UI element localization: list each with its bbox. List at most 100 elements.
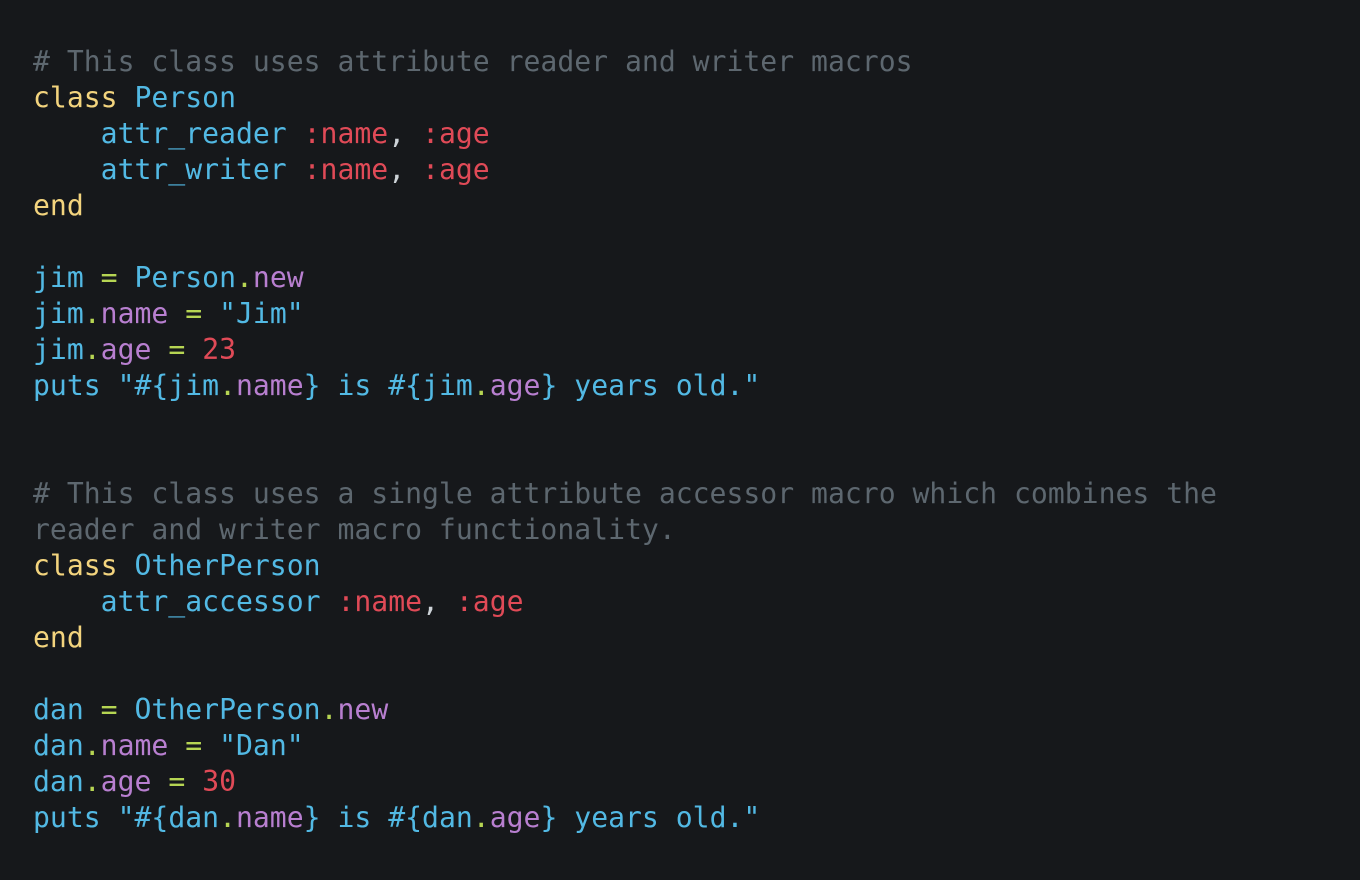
code-token-symbol: :name: [303, 153, 389, 186]
code-token-class: OtherPerson: [134, 693, 321, 726]
code-token-ws: [168, 729, 185, 762]
code-token-ident: attr_accessor: [100, 585, 321, 618]
code-token-string: "#{dan: [117, 801, 220, 834]
code-token-method: age: [489, 801, 541, 834]
code-token-dot: .: [236, 261, 253, 294]
code-token-symbol: :age: [422, 117, 490, 150]
code-token-symbol: :name: [303, 117, 389, 150]
code-token-string: "Dan": [219, 729, 304, 762]
code-token-dot: .: [472, 801, 490, 834]
code-token-ws: [287, 153, 304, 186]
code-token-keyword: class: [33, 81, 118, 114]
code-token-method: new: [252, 261, 304, 294]
code-token-comment: reader and writer macro functionality.: [33, 513, 676, 546]
code-token-string: "#{jim: [117, 369, 220, 402]
code-token-class: Person: [134, 261, 236, 294]
code-token-ws: [202, 297, 219, 330]
code-token-symbol: :age: [455, 585, 524, 618]
code-token-punct: ,: [388, 153, 406, 186]
code-token-dot: .: [83, 765, 101, 798]
code-token-method: age: [100, 333, 152, 366]
code-line[interactable]: dan.name = "Dan": [33, 728, 1360, 764]
code-line[interactable]: jim.age = 23: [33, 332, 1360, 368]
code-token-ident: attr_reader: [100, 117, 287, 150]
code-line[interactable]: class OtherPerson: [33, 548, 1360, 584]
code-token-punct: ,: [388, 117, 406, 150]
code-token-ident: puts: [33, 369, 101, 402]
code-line[interactable]: dan.age = 30: [33, 764, 1360, 800]
code-token-op: =: [185, 729, 203, 762]
code-token-keyword: end: [33, 621, 84, 654]
code-token-ws: [439, 585, 456, 618]
code-token-ws: [118, 261, 135, 294]
code-token-symbol: :name: [337, 585, 423, 618]
code-line[interactable]: ​: [33, 656, 1360, 692]
code-token-method: new: [337, 693, 389, 726]
code-line[interactable]: end: [33, 188, 1360, 224]
code-token-string: } years old.": [540, 369, 761, 402]
code-line[interactable]: class Person: [33, 80, 1360, 116]
code-token-ws: [405, 117, 422, 150]
code-token-ws: [118, 549, 135, 582]
code-line[interactable]: reader and writer macro functionality.: [33, 512, 1360, 548]
code-token-keyword: end: [33, 189, 84, 222]
code-line[interactable]: dan = OtherPerson.new: [33, 692, 1360, 728]
code-token-ws: [101, 801, 118, 834]
code-token-ident: attr_writer: [100, 153, 287, 186]
code-editor[interactable]: # This class uses attribute reader and w…: [0, 0, 1360, 880]
code-token-number: 30: [202, 765, 237, 798]
code-token-ws: [202, 729, 219, 762]
code-token-ws: [33, 585, 101, 618]
code-token-ws: [84, 693, 101, 726]
code-token-method: name: [235, 801, 304, 834]
code-token-ident: puts: [33, 801, 101, 834]
code-line[interactable]: ​: [33, 224, 1360, 260]
code-token-ws: [84, 261, 101, 294]
code-token-punct: ,: [422, 585, 439, 618]
code-token-ws: [118, 81, 135, 114]
code-token-ws: [405, 153, 422, 186]
code-token-method: age: [489, 369, 541, 402]
code-line[interactable]: attr_writer :name, :age: [33, 152, 1360, 188]
code-token-dot: .: [320, 693, 338, 726]
code-token-ident: jim: [33, 261, 84, 294]
code-token-dot: .: [472, 369, 490, 402]
code-token-dot: .: [219, 801, 236, 834]
code-token-op: =: [168, 765, 186, 798]
code-token-dot: .: [219, 369, 236, 402]
code-line[interactable]: ​: [33, 440, 1360, 476]
code-line[interactable]: jim.name = "Jim": [33, 296, 1360, 332]
code-token-ws: [321, 585, 338, 618]
code-token-ident: dan: [33, 729, 84, 762]
code-token-string: } is #{dan: [303, 801, 473, 834]
code-token-number: 23: [202, 333, 237, 366]
code-line[interactable]: end: [33, 620, 1360, 656]
code-line[interactable]: ​: [33, 404, 1360, 440]
code-token-ident: dan: [33, 693, 84, 726]
code-token-ws: [151, 765, 168, 798]
code-token-ws: [151, 333, 168, 366]
code-token-string: "Jim": [219, 297, 304, 330]
code-token-method: name: [100, 297, 169, 330]
code-token-ident: jim: [33, 297, 84, 330]
code-token-method: name: [235, 369, 304, 402]
code-token-ws: [185, 333, 202, 366]
code-token-ws: [185, 765, 202, 798]
code-token-op: =: [185, 297, 203, 330]
code-token-op: =: [100, 261, 118, 294]
code-line[interactable]: jim = Person.new: [33, 260, 1360, 296]
code-line[interactable]: # This class uses attribute reader and w…: [33, 44, 1360, 80]
code-token-ws: [168, 297, 185, 330]
code-token-method: name: [100, 729, 169, 762]
code-line[interactable]: attr_accessor :name, :age: [33, 584, 1360, 620]
code-token-ws: [287, 117, 304, 150]
code-token-class: OtherPerson: [134, 549, 321, 582]
code-token-ws: [33, 153, 101, 186]
code-token-class: Person: [134, 81, 236, 114]
code-token-dot: .: [83, 297, 101, 330]
code-line[interactable]: puts "#{jim.name} is #{jim.age} years ol…: [33, 368, 1360, 404]
code-line[interactable]: puts "#{dan.name} is #{dan.age} years ol…: [33, 800, 1360, 836]
code-line[interactable]: attr_reader :name, :age: [33, 116, 1360, 152]
code-line[interactable]: # This class uses a single attribute acc…: [33, 476, 1360, 512]
code-token-op: =: [100, 693, 118, 726]
